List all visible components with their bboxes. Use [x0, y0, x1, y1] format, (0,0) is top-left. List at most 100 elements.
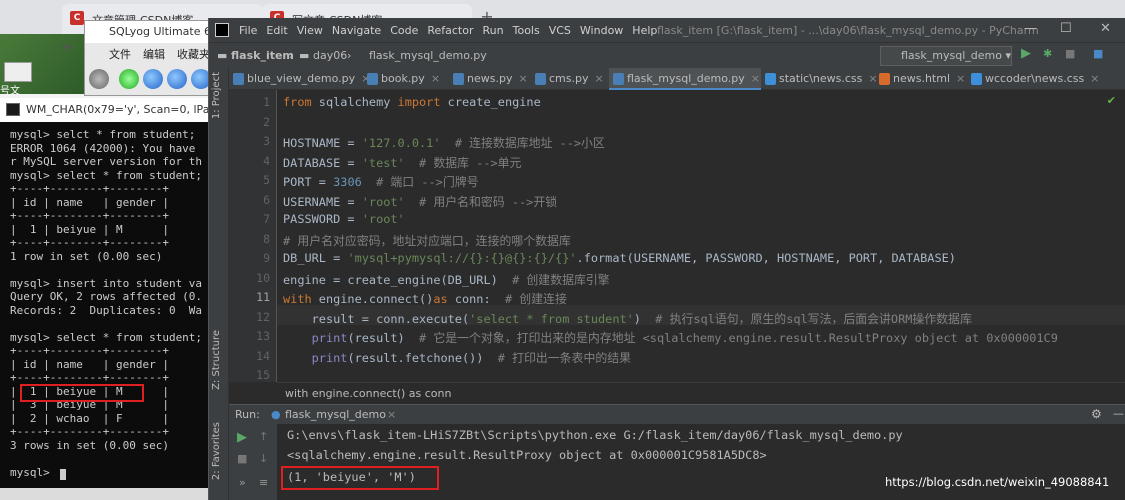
execute-all-icon[interactable]	[167, 69, 187, 89]
rerun-icon[interactable]: ▶	[237, 430, 247, 445]
console-icon	[6, 103, 20, 116]
console-line: | id | name | gender |	[10, 195, 169, 209]
back-arrow-icon[interactable]: ←	[62, 36, 80, 58]
code-line: print(result) # 它是一个对象，打印出来的是内存地址 <sqlal…	[311, 331, 1058, 345]
breadcrumb-separator-icon: ›	[347, 49, 352, 62]
editor-tab[interactable]: wccoder\news.css ×	[967, 68, 1100, 90]
console-line: ERROR 1064 (42000): You have	[10, 141, 196, 155]
line-number: 4	[263, 153, 270, 168]
scroll-down-icon[interactable]: ↓	[259, 452, 268, 465]
stop-icon[interactable]: ■	[237, 452, 247, 465]
sqlyog-window: SQLyog Ultimate 64 文件 编辑 收藏夹	[84, 20, 214, 96]
close-tab-icon[interactable]: ×	[431, 72, 440, 85]
code-line: engine = create_engine(DB_URL) # 创建数据库引擎	[283, 272, 610, 287]
output-line: <sqlalchemy.engine.result.ResultProxy ob…	[287, 448, 767, 462]
favorites-tool-button[interactable]: 2: Favorites	[211, 422, 222, 480]
navigation-bar: ▬ flask_item › ▬ day06 › flask_mysql_dem…	[209, 42, 1125, 68]
editor-tab[interactable]: news.py ×	[449, 68, 531, 90]
line-number: 1	[263, 95, 270, 109]
menu-code[interactable]: Code	[390, 24, 418, 37]
menu-vcs[interactable]: VCS	[549, 24, 571, 37]
code-line: # 用户名对应密码，地址对应端口，连接的哪个数据库	[283, 233, 571, 248]
close-button[interactable]: ✕	[1100, 21, 1111, 36]
minimize-button[interactable]: —	[1024, 21, 1037, 36]
menu-tools[interactable]: Tools	[513, 24, 540, 37]
close-tab-icon[interactable]: ×	[1090, 72, 1099, 85]
close-tab-icon[interactable]: ×	[956, 72, 965, 85]
watermark: https://blog.csdn.net/weixin_49088841	[885, 475, 1110, 489]
editor-tab[interactable]: cms.py ×	[531, 68, 609, 90]
connect-icon[interactable]	[89, 69, 109, 89]
project-tool-button[interactable]: 1: Project	[211, 72, 222, 119]
more-icon[interactable]: »	[239, 476, 246, 489]
console-line: mysql> insert into student va	[10, 276, 203, 290]
menu-help[interactable]: Help	[632, 24, 657, 37]
editor-tab[interactable]: news.html ×	[875, 68, 967, 90]
menu-view[interactable]: View	[297, 24, 323, 37]
menu-navigate[interactable]: Navigate	[332, 24, 381, 37]
run-configuration-select[interactable]: flask_mysql_demo ▾	[880, 46, 1012, 66]
code-line: PASSWORD = 'root'	[283, 212, 405, 226]
console-title[interactable]: WM_CHAR(0x79='y', Scan=0, lParam	[0, 98, 208, 122]
close-tab-icon[interactable]: ×	[387, 408, 396, 421]
wrap-icon[interactable]: ≡	[259, 476, 268, 489]
menu-file[interactable]: File	[239, 24, 257, 37]
console-line: | 2 | wchao | F |	[10, 411, 169, 425]
python-file-icon	[535, 73, 546, 85]
breadcrumb-project[interactable]: flask_item	[231, 49, 294, 62]
code-line: USERNAME = 'root' # 用户名和密码 -->开锁	[283, 194, 558, 209]
structure-tool-button[interactable]: Z: Structure	[211, 330, 222, 390]
highlight-box	[281, 466, 439, 490]
menu-run[interactable]: Run	[483, 24, 504, 37]
sqlyog-menu-favorites[interactable]: 收藏夹	[177, 48, 210, 61]
editor-tab[interactable]: flask_mysql_demo.py ×	[609, 68, 761, 90]
close-tab-icon[interactable]: ×	[518, 72, 527, 85]
code-line: PORT = 3306 # 端口 -->门牌号	[283, 175, 479, 189]
hide-icon[interactable]: —	[1113, 407, 1124, 420]
code-line: print(result.fetchone()) # 打印出一条表中的结果	[311, 350, 632, 365]
editor-tab[interactable]: blue_view_demo.py ×	[229, 68, 370, 90]
editor-tab[interactable]: static\news.css ×	[761, 68, 878, 90]
console-line: mysql> select * from student;	[10, 330, 203, 344]
pycharm-logo-icon	[215, 23, 229, 37]
sqlyog-toolbar	[85, 65, 213, 95]
editor-tabs: blue_view_demo.py × book.py × news.py × cms.py…	[229, 68, 1125, 90]
sqlyog-menu-file[interactable]: 文件	[109, 48, 131, 61]
plugin-icon[interactable]	[119, 69, 139, 89]
translate-icon[interactable]: ■	[1093, 47, 1103, 60]
close-tab-icon[interactable]: ×	[594, 72, 603, 85]
breadcrumb-separator-icon: ›	[289, 49, 294, 62]
editor-tab[interactable]: book.py ×	[363, 68, 449, 90]
code-editor[interactable]: from sqlalchemy import create_engine HOS…	[277, 90, 1125, 382]
line-number: 13	[256, 329, 270, 343]
mysql-console-window: WM_CHAR(0x79='y', Scan=0, lParam mysql> …	[0, 98, 208, 500]
execute-icon[interactable]	[143, 69, 163, 89]
settings-gear-icon[interactable]: ⚙	[1091, 407, 1102, 421]
run-config-tab[interactable]: flask_mysql_demo	[285, 408, 386, 421]
menu-refactor[interactable]: Refactor	[427, 24, 473, 37]
code-line: with engine.connect()as conn: # 创建连接	[283, 292, 567, 306]
highlight-box	[20, 384, 144, 402]
file-icon	[4, 62, 32, 82]
maximize-button[interactable]: ☐	[1060, 21, 1072, 36]
stop-icon[interactable]: ■	[1065, 47, 1075, 60]
menu-window[interactable]: Window	[580, 24, 623, 37]
desktop-file[interactable]: 号文录.txt	[0, 62, 40, 112]
console-line: 3 rows in set (0.00 sec)	[10, 438, 169, 452]
console-line: mysql> selct * from student;	[10, 128, 196, 141]
run-icon[interactable]: ▶	[1021, 46, 1031, 61]
sqlyog-menu-edit[interactable]: 编辑	[143, 48, 165, 61]
line-number: 7	[263, 212, 270, 226]
sqlyog-title[interactable]: SQLyog Ultimate 64	[85, 21, 213, 43]
main-menu: File Edit View Navigate Code Refactor Run Tools…	[239, 24, 666, 37]
line-number: 11	[256, 290, 270, 304]
breadcrumb-folder[interactable]: day06	[313, 49, 347, 62]
inspection-ok-icon[interactable]: ✔	[1107, 94, 1116, 107]
close-tab-icon[interactable]: ×	[751, 72, 760, 85]
breadcrumb-file[interactable]: flask_mysql_demo.py	[369, 49, 487, 62]
folder-icon: ▬	[299, 49, 310, 62]
menu-edit[interactable]: Edit	[266, 24, 287, 37]
debug-icon[interactable]: ✱	[1043, 47, 1052, 60]
line-number-gutter: 1 2 3 4 5 6 7 8 9 10 11 12 13 14 15	[229, 90, 277, 382]
scroll-up-icon[interactable]: ↑	[259, 430, 268, 443]
